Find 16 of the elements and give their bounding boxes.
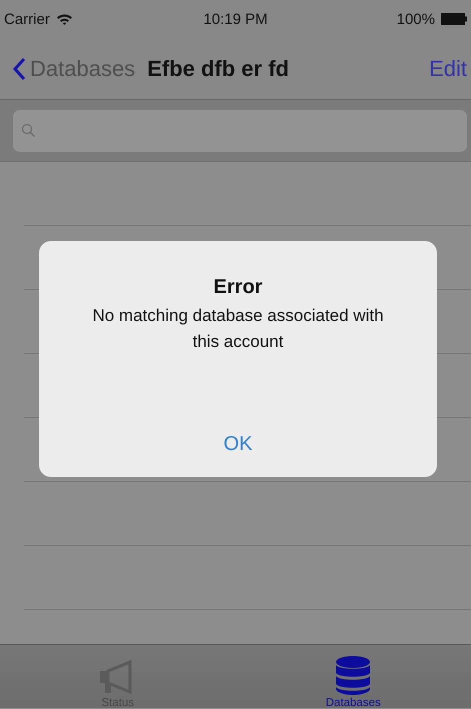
search-icon bbox=[21, 123, 36, 138]
back-button[interactable]: Databases bbox=[12, 56, 136, 82]
tab[interactable]: Databases bbox=[236, 645, 471, 709]
chevron-left-icon bbox=[12, 56, 26, 80]
edit-button[interactable]: Edit bbox=[429, 56, 467, 82]
nav-title: Efbe dfb er fd bbox=[147, 56, 290, 82]
battery-percent: 100% bbox=[396, 10, 435, 28]
status-time: 10:19 PM bbox=[203, 10, 268, 28]
ok-button[interactable]: OK bbox=[39, 411, 437, 477]
battery-icon bbox=[441, 13, 467, 25]
carrier-name: Carrier bbox=[4, 10, 50, 28]
search-field[interactable] bbox=[13, 110, 467, 152]
database-icon bbox=[335, 655, 372, 695]
alert-title: Error bbox=[214, 275, 262, 299]
wifi-icon bbox=[56, 12, 73, 26]
alert-message: No matching database associated with this account bbox=[91, 305, 385, 353]
